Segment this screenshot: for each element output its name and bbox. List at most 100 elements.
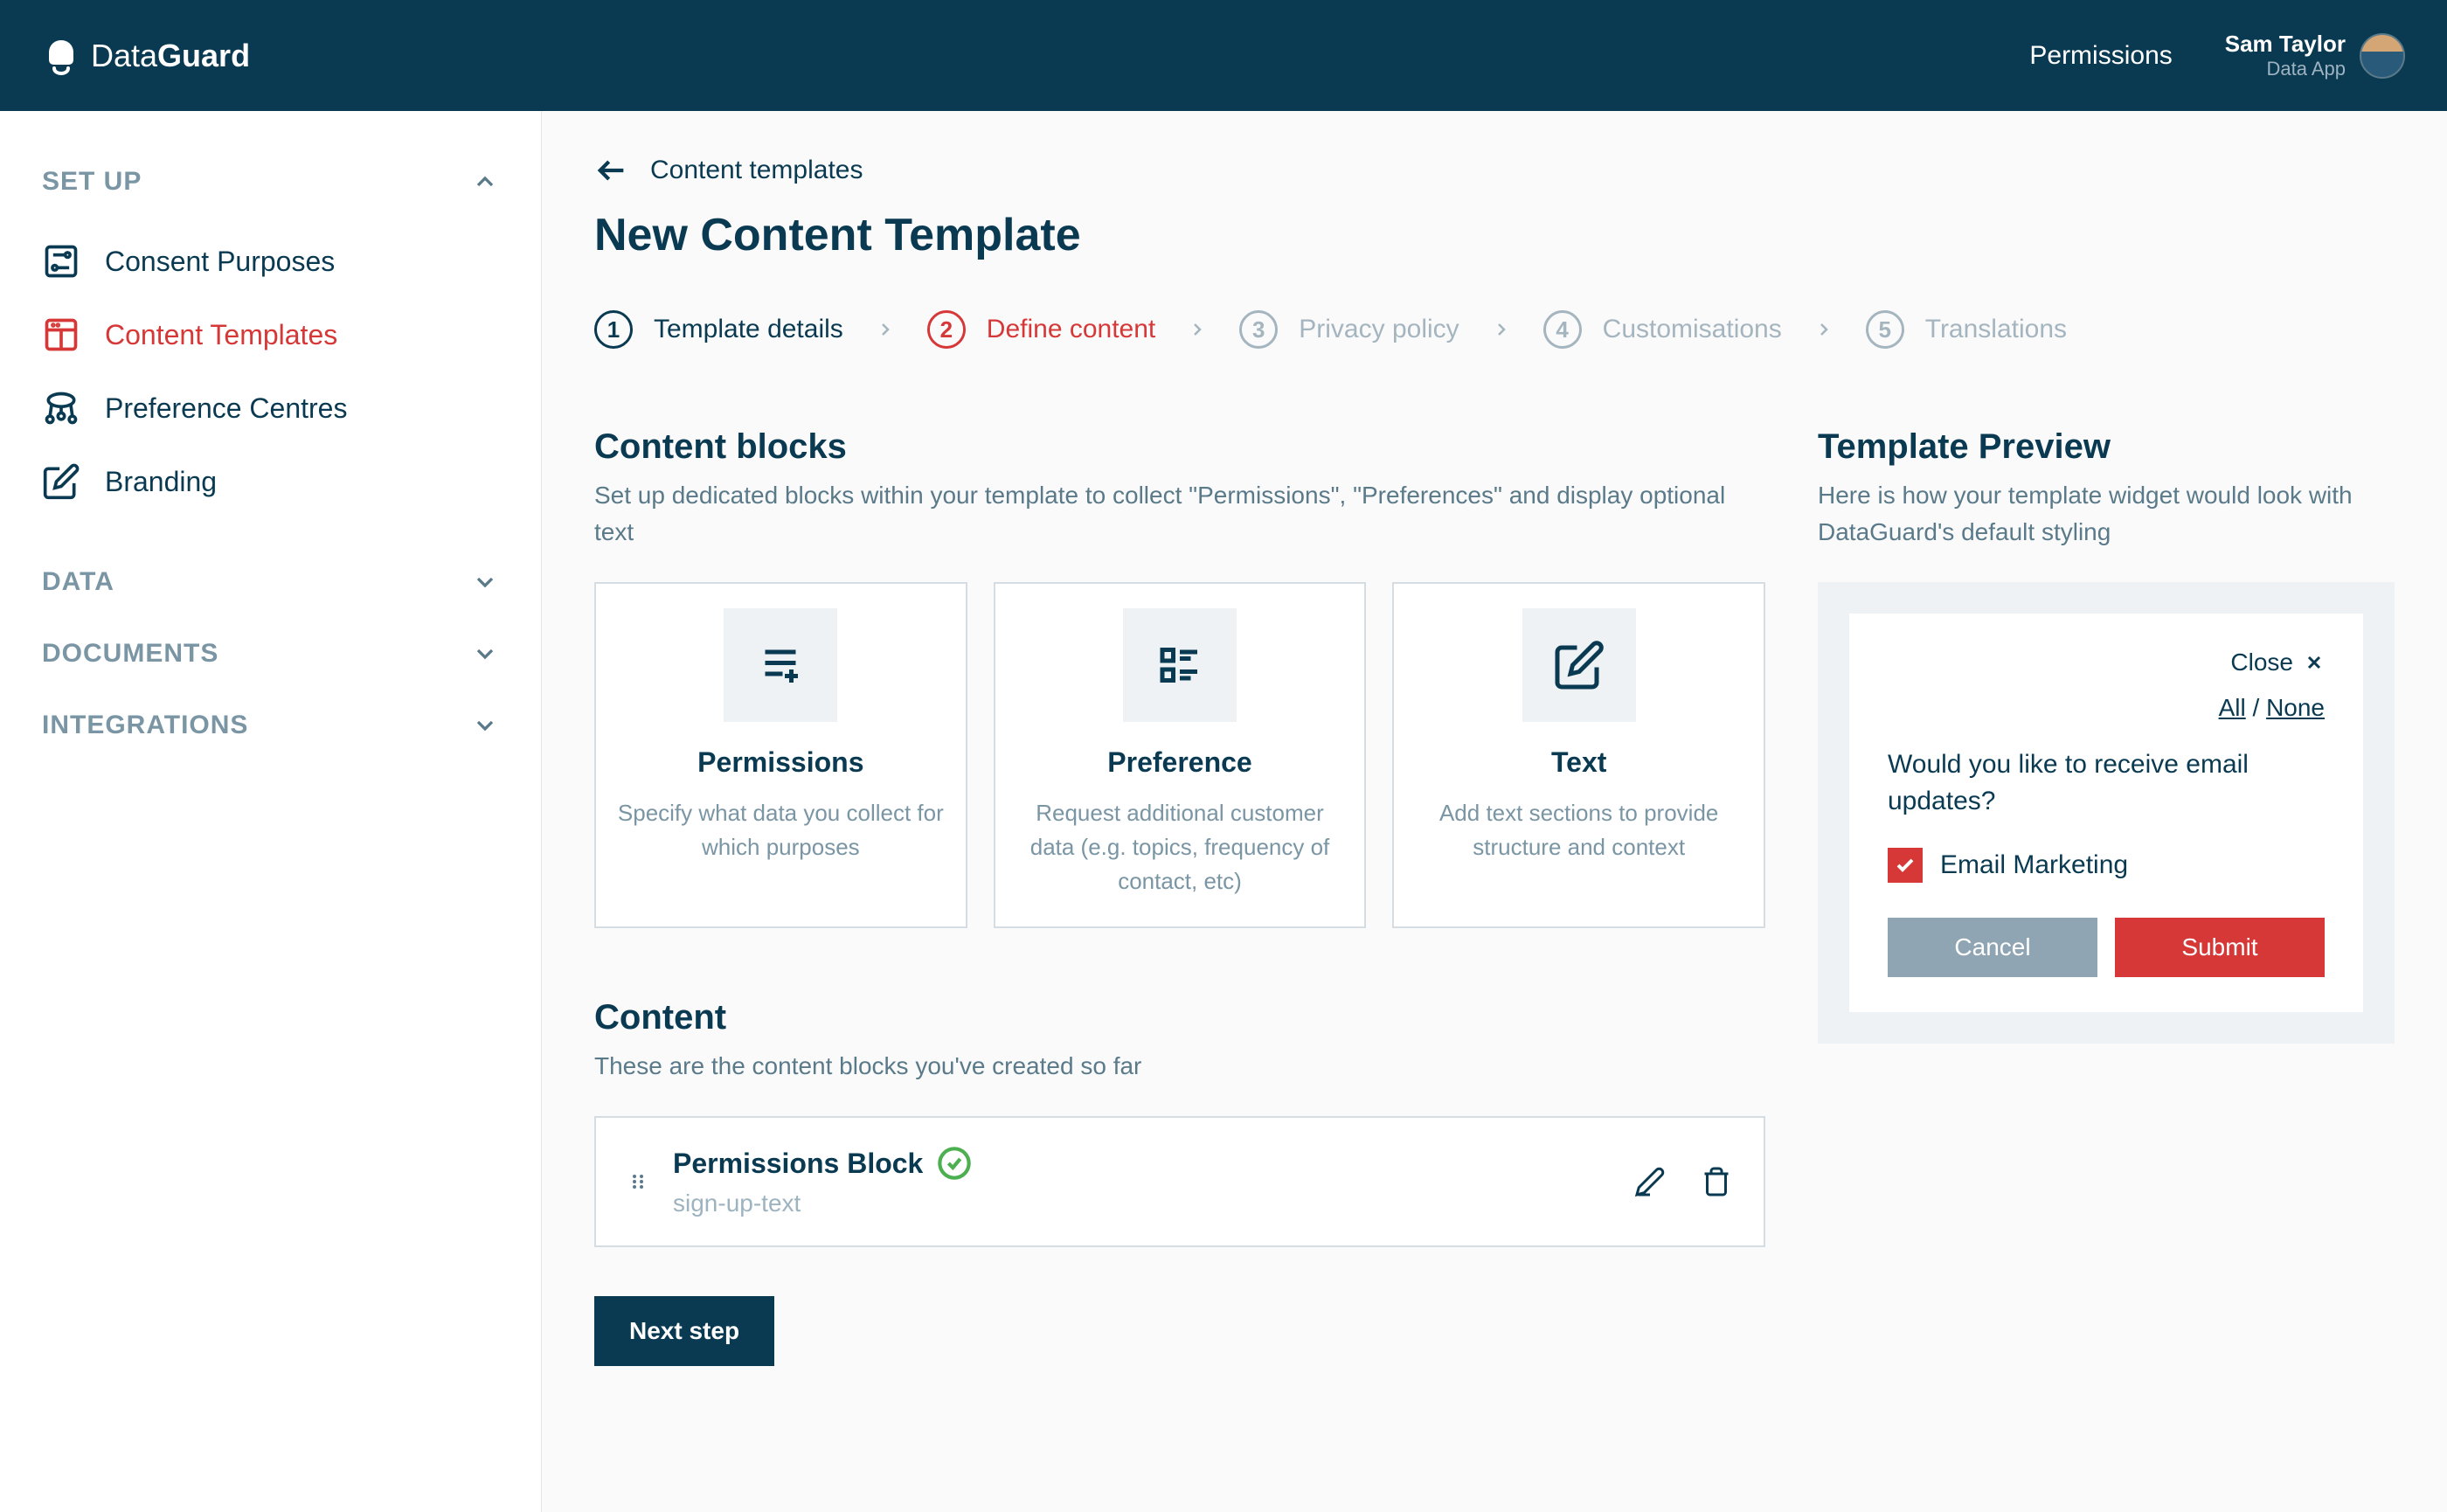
avatar[interactable]: [2360, 33, 2405, 79]
block-title: Permissions: [617, 746, 945, 779]
checklist-icon: [1154, 639, 1206, 691]
preview-title: Template Preview: [1818, 427, 2395, 467]
user-name: Sam Taylor: [2225, 31, 2346, 58]
content-blocks-desc: Set up dedicated blocks within your temp…: [594, 477, 1765, 551]
step-number: 4: [1543, 310, 1582, 349]
sidebar-item-label: Branding: [105, 466, 217, 498]
step-privacy-policy[interactable]: 3 Privacy policy: [1239, 310, 1459, 349]
preview-checkbox-row[interactable]: Email Marketing: [1888, 848, 2325, 883]
preview-close[interactable]: Close: [1888, 648, 2325, 676]
content-desc: These are the content blocks you've crea…: [594, 1048, 1765, 1085]
sidebar-item-content-templates[interactable]: Content Templates: [42, 298, 499, 371]
chevron-down-icon: [471, 711, 499, 739]
sliders-icon: [42, 242, 80, 281]
chevron-up-icon: [471, 168, 499, 196]
brand-icon: [42, 37, 80, 75]
block-card-permissions[interactable]: Permissions Specify what data you collec…: [594, 582, 967, 928]
user-menu[interactable]: Sam Taylor Data App: [2225, 31, 2405, 80]
step-number: 1: [594, 310, 633, 349]
checkbox-label: Email Marketing: [1940, 850, 2128, 880]
brand-name: DataGuard: [91, 38, 250, 74]
chevron-right-icon: [1187, 319, 1208, 340]
preview-question: Would you like to receive email updates?: [1888, 746, 2325, 820]
edit-box-icon: [1553, 639, 1605, 691]
page-title: New Content Template: [594, 209, 2395, 261]
step-number: 2: [927, 310, 966, 349]
layout-icon: [42, 316, 80, 354]
sidebar-section-title: DOCUMENTS: [42, 639, 218, 669]
breadcrumb-label: Content templates: [650, 156, 863, 185]
chevron-down-icon: [471, 568, 499, 596]
block-title: Text: [1415, 746, 1743, 779]
content-item-title: Permissions Block: [673, 1148, 923, 1180]
step-label: Define content: [987, 315, 1155, 344]
block-card-preference[interactable]: Preference Request additional customer d…: [994, 582, 1367, 928]
content-blocks-title: Content blocks: [594, 427, 1765, 467]
close-icon: [2304, 652, 2325, 673]
edit-icon: [42, 462, 80, 501]
sidebar-section-setup[interactable]: SET UP: [42, 146, 499, 218]
block-desc: Request additional customer data (e.g. t…: [1016, 796, 1344, 898]
sidebar-item-label: Content Templates: [105, 319, 337, 351]
preview-submit-button[interactable]: Submit: [2115, 918, 2325, 977]
header-right: Permissions Sam Taylor Data App: [2029, 31, 2405, 80]
step-define-content[interactable]: 2 Define content: [927, 310, 1155, 349]
sidebar-item-label: Preference Centres: [105, 392, 347, 425]
sidebar-item-consent-purposes[interactable]: Consent Purposes: [42, 225, 499, 298]
user-app: Data App: [2225, 58, 2346, 80]
step-number: 3: [1239, 310, 1278, 349]
breadcrumb[interactable]: Content templates: [594, 153, 2395, 188]
step-customisations[interactable]: 4 Customisations: [1543, 310, 1782, 349]
trash-icon[interactable]: [1701, 1166, 1732, 1197]
sidebar-item-branding[interactable]: Branding: [42, 445, 499, 518]
nav-permissions[interactable]: Permissions: [2029, 41, 2172, 71]
chevron-right-icon: [875, 319, 896, 340]
content-title: Content: [594, 998, 1765, 1037]
chevron-right-icon: [1813, 319, 1834, 340]
network-icon: [42, 389, 80, 427]
preview-all-none: All / None: [1888, 694, 2325, 722]
step-template-details[interactable]: 1 Template details: [594, 310, 843, 349]
step-label: Translations: [1925, 315, 2067, 344]
step-label: Customisations: [1603, 315, 1782, 344]
step-number: 5: [1866, 310, 1904, 349]
block-title: Preference: [1016, 746, 1344, 779]
main-content: Content templates New Content Template 1…: [542, 111, 2447, 1512]
sidebar: SET UP Consent Purposes Content Template…: [0, 111, 542, 1512]
block-card-text[interactable]: Text Add text sections to provide struct…: [1392, 582, 1765, 928]
sidebar-section-documents[interactable]: DOCUMENTS: [42, 618, 499, 690]
next-step-button[interactable]: Next step: [594, 1296, 774, 1366]
preview-all-link[interactable]: All: [2219, 694, 2246, 721]
preview-none-link[interactable]: None: [2266, 694, 2325, 721]
header: DataGuard Permissions Sam Taylor Data Ap…: [0, 0, 2447, 111]
sidebar-item-label: Consent Purposes: [105, 246, 335, 278]
check-circle-icon: [937, 1146, 972, 1181]
sidebar-section-title: SET UP: [42, 167, 142, 197]
content-item-subtitle: sign-up-text: [673, 1189, 1610, 1217]
stepper: 1 Template details 2 Define content 3 Pr…: [594, 310, 2395, 349]
logo[interactable]: DataGuard: [42, 37, 250, 75]
step-label: Template details: [654, 315, 843, 344]
sidebar-section-data[interactable]: DATA: [42, 546, 499, 618]
sidebar-item-preference-centres[interactable]: Preference Centres: [42, 371, 499, 445]
close-label: Close: [2230, 648, 2293, 676]
list-plus-icon: [754, 639, 807, 691]
preview-box: Close All / None Would you like to recei…: [1818, 582, 2395, 1044]
drag-handle-icon[interactable]: [627, 1171, 648, 1192]
chevron-right-icon: [1491, 319, 1512, 340]
chevron-down-icon: [471, 640, 499, 668]
step-label: Privacy policy: [1299, 315, 1459, 344]
preview-desc: Here is how your template widget would l…: [1818, 477, 2395, 551]
checkbox-icon[interactable]: [1888, 848, 1923, 883]
arrow-left-icon: [594, 153, 629, 188]
sidebar-section-title: INTEGRATIONS: [42, 711, 248, 740]
preview-cancel-button[interactable]: Cancel: [1888, 918, 2097, 977]
sidebar-section-title: DATA: [42, 567, 114, 597]
step-translations[interactable]: 5 Translations: [1866, 310, 2067, 349]
edit-icon[interactable]: [1634, 1166, 1666, 1197]
block-desc: Add text sections to provide structure a…: [1415, 796, 1743, 864]
sidebar-section-integrations[interactable]: INTEGRATIONS: [42, 690, 499, 761]
content-item: Permissions Block sign-up-text: [594, 1116, 1765, 1247]
preview-widget: Close All / None Would you like to recei…: [1849, 614, 2363, 1012]
block-desc: Specify what data you collect for which …: [617, 796, 945, 864]
